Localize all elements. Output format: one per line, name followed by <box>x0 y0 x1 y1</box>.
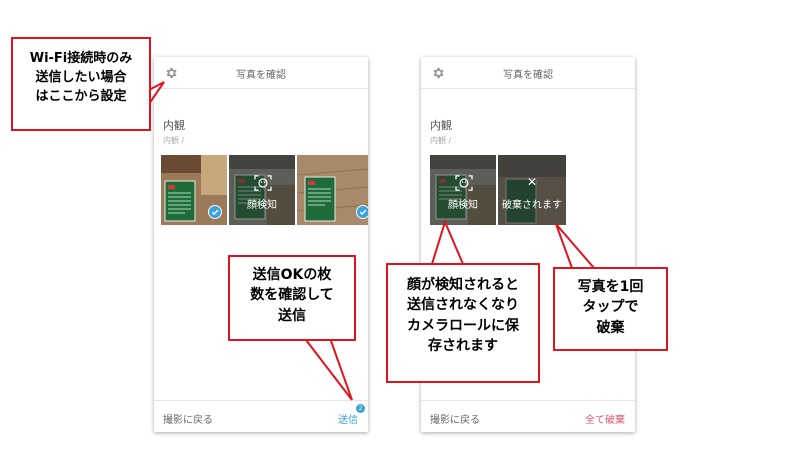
callout-send-ok: 送信OKの枚 数を確認して 送信 <box>228 255 356 341</box>
callout-face-detect: 顔が検知されると 送信されなくなり カメラロールに保 存されます <box>386 263 540 383</box>
callout-line: 存されます <box>428 337 498 354</box>
callout-line: 送信OKの枚 <box>252 267 332 283</box>
callout-line: 顔が検知されると <box>407 277 519 293</box>
callout-line: 送信したい場合 <box>35 69 127 85</box>
callout-line: 写真を1回 <box>577 279 644 295</box>
callout-line: タップで <box>582 299 639 316</box>
callout-line: 送信 <box>278 307 306 324</box>
callout-line: Wi-Fi接続時のみ <box>29 51 133 66</box>
callout-line: はここから設定 <box>35 88 127 104</box>
callout-wifi-setting: Wi-Fi接続時のみ 送信したい場合 はここから設定 <box>11 37 151 131</box>
callout-line: 数を確認して <box>250 287 334 304</box>
callout-line: カメラロールに保 <box>407 317 519 334</box>
callout-line: 送信されなくなり <box>407 297 519 314</box>
callout-tap-discard: 写真を1回 タップで 破棄 <box>553 267 668 351</box>
callout-line: 破棄 <box>596 319 625 336</box>
